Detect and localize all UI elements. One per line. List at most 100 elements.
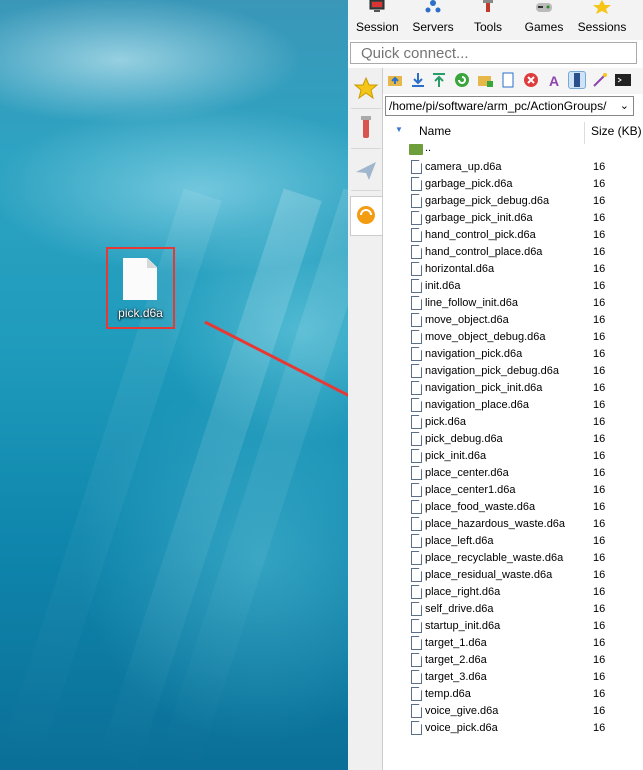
file-row[interactable]: target_1.d6a 16	[383, 635, 643, 652]
file-size: 16	[593, 552, 606, 564]
tab-sftp[interactable]	[350, 196, 383, 236]
file-row[interactable]: place_food_waste.d6a 16	[383, 499, 643, 516]
file-size: 16	[593, 314, 606, 326]
menubar: Session Servers Tools Games Sessions	[348, 0, 643, 40]
chevron-down-icon[interactable]: ⌄	[620, 97, 629, 115]
terminal-icon[interactable]	[615, 72, 631, 88]
column-header: ▼ Name Size (KB)	[383, 122, 643, 144]
desktop-file-label[interactable]: pick.d6a	[108, 306, 173, 320]
file-name: navigation_pick.d6a	[425, 348, 523, 360]
file-row[interactable]: garbage_pick.d6a 16	[383, 176, 643, 193]
tab-sessions[interactable]	[351, 70, 381, 109]
menu-games[interactable]: Games	[522, 0, 566, 40]
file-size: 16	[593, 484, 606, 496]
text-icon[interactable]	[568, 71, 586, 89]
file-icon	[411, 194, 422, 208]
desktop-file-highlight[interactable]: pick.d6a	[106, 247, 175, 329]
file-row[interactable]: navigation_pick_init.d6a 16	[383, 380, 643, 397]
menu-tools[interactable]: Tools	[470, 0, 506, 40]
tab-tools[interactable]	[351, 110, 381, 149]
file-row[interactable]: hand_control_pick.d6a 16	[383, 227, 643, 244]
file-size: 16	[593, 637, 606, 649]
menu-servers[interactable]: Servers	[410, 0, 456, 40]
column-divider[interactable]	[584, 122, 585, 144]
file-row[interactable]: voice_give.d6a 16	[383, 703, 643, 720]
file-name: place_hazardous_waste.d6a	[425, 518, 566, 530]
folder-up-icon	[409, 144, 423, 155]
file-row[interactable]: horizontal.d6a 16	[383, 261, 643, 278]
file-row[interactable]: pick_init.d6a 16	[383, 448, 643, 465]
file-name: garbage_pick.d6a	[425, 178, 513, 190]
delete-icon[interactable]	[523, 72, 539, 88]
servers-icon	[425, 0, 441, 13]
file-size: 16	[593, 212, 606, 224]
quick-connect-input[interactable]	[350, 42, 637, 64]
file-size: 16	[593, 620, 606, 632]
file-row[interactable]: place_residual_waste.d6a 16	[383, 567, 643, 584]
file-size: 16	[593, 535, 606, 547]
file-row[interactable]: startup_init.d6a 16	[383, 618, 643, 635]
desktop: pick.d6a	[0, 0, 348, 770]
path-field[interactable]: /home/pi/software/arm_pc/ActionGroups/ ⌄	[385, 96, 634, 116]
file-row[interactable]: garbage_pick_init.d6a 16	[383, 210, 643, 227]
file-row[interactable]: move_object.d6a 16	[383, 312, 643, 329]
file-row[interactable]: hand_control_place.d6a 16	[383, 244, 643, 261]
file-row[interactable]: pick.d6a 16	[383, 414, 643, 431]
file-row[interactable]: temp.d6a 16	[383, 686, 643, 703]
file-row[interactable]: navigation_pick.d6a 16	[383, 346, 643, 363]
sort-arrow-icon[interactable]: ▼	[395, 125, 403, 134]
column-name[interactable]: Name	[419, 124, 451, 138]
file-size: 16	[593, 586, 606, 598]
column-size[interactable]: Size (KB)	[591, 124, 642, 138]
file-row[interactable]: place_right.d6a 16	[383, 584, 643, 601]
file-row[interactable]: navigation_place.d6a 16	[383, 397, 643, 414]
tab-macros[interactable]	[351, 152, 381, 191]
file-row[interactable]: place_center.d6a 16	[383, 465, 643, 482]
file-icon	[411, 347, 422, 361]
download-icon[interactable]	[410, 72, 426, 88]
document-icon[interactable]	[123, 258, 157, 300]
folder-up-icon[interactable]	[387, 72, 403, 88]
file-row[interactable]: place_left.d6a 16	[383, 533, 643, 550]
rename-icon[interactable]: A	[546, 72, 562, 88]
new-folder-icon[interactable]	[477, 72, 493, 88]
file-icon	[411, 160, 422, 174]
file-row[interactable]: line_follow_init.d6a 16	[383, 295, 643, 312]
upload-icon[interactable]	[431, 72, 447, 88]
file-icon	[411, 466, 422, 480]
file-size: 16	[593, 399, 606, 411]
file-row[interactable]: place_hazardous_waste.d6a 16	[383, 516, 643, 533]
menu-session[interactable]: Session	[356, 0, 399, 40]
file-row[interactable]: garbage_pick_debug.d6a 16	[383, 193, 643, 210]
file-row[interactable]: move_object_debug.d6a 16	[383, 329, 643, 346]
file-row[interactable]: target_2.d6a 16	[383, 652, 643, 669]
file-row[interactable]: place_center1.d6a 16	[383, 482, 643, 499]
wand-icon[interactable]	[592, 72, 608, 88]
file-row[interactable]: navigation_pick_debug.d6a 16	[383, 363, 643, 380]
file-icon	[411, 551, 422, 565]
file-row[interactable]: camera_up.d6a 16	[383, 159, 643, 176]
divider	[382, 742, 383, 770]
monitor-icon	[369, 0, 385, 12]
file-size: 16	[593, 229, 606, 241]
file-icon	[411, 262, 422, 276]
file-name: place_right.d6a	[425, 586, 501, 598]
file-name: garbage_pick_debug.d6a	[425, 195, 550, 207]
file-size: 16	[593, 348, 606, 360]
file-row[interactable]: pick_debug.d6a 16	[383, 431, 643, 448]
file-row[interactable]: place_recyclable_waste.d6a 16	[383, 550, 643, 567]
file-row[interactable]: self_drive.d6a 16	[383, 601, 643, 618]
refresh-icon[interactable]	[454, 72, 470, 88]
file-name: navigation_pick_debug.d6a	[425, 365, 559, 377]
file-name: line_follow_init.d6a	[425, 297, 518, 309]
file-row[interactable]: voice_pick.d6a 16	[383, 720, 643, 737]
file-row[interactable]: target_3.d6a 16	[383, 669, 643, 686]
file-size: 16	[593, 382, 606, 394]
menu-sessions[interactable]: Sessions	[576, 0, 628, 40]
file-size: 16	[593, 688, 606, 700]
file-icon	[411, 653, 422, 667]
parent-dir-row[interactable]: ..	[383, 142, 643, 159]
file-row[interactable]: init.d6a 16	[383, 278, 643, 295]
new-file-icon[interactable]	[500, 72, 516, 88]
file-name: self_drive.d6a	[425, 603, 494, 615]
